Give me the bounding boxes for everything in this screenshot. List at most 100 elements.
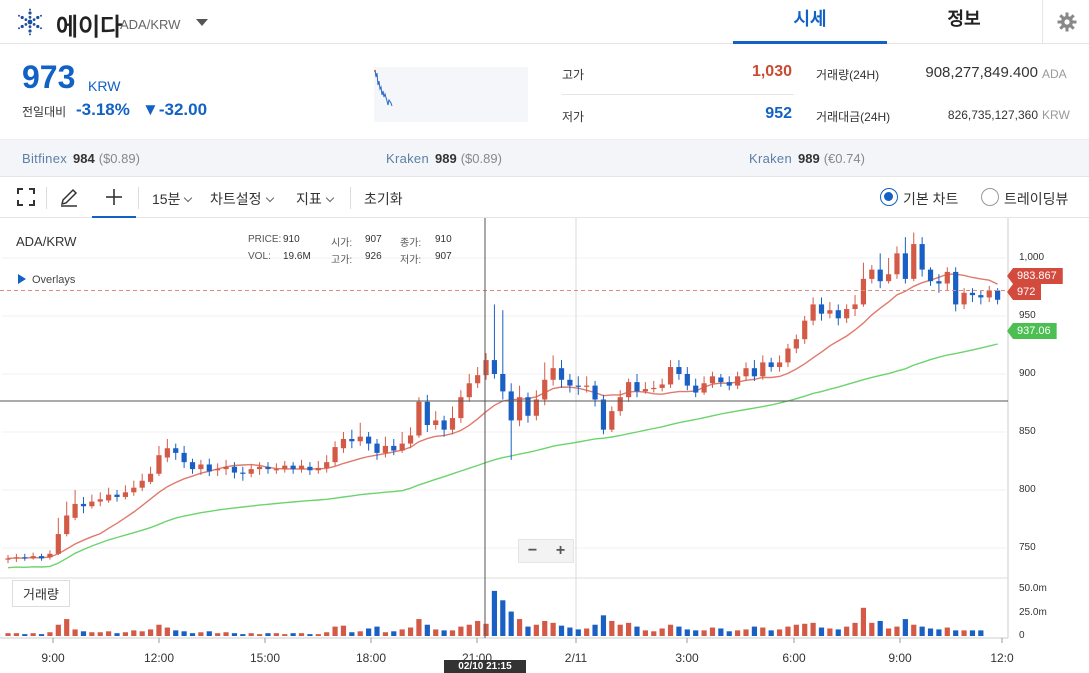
candle-body <box>265 466 271 470</box>
tab-market[interactable]: 시세 <box>733 0 887 44</box>
legend-high-value: 926 <box>365 251 382 262</box>
high-label: 고가 <box>562 68 585 82</box>
volume-bar <box>407 627 414 636</box>
tradingview-label[interactable]: 트레이딩뷰 <box>1004 189 1068 209</box>
volume-bar <box>173 630 179 636</box>
y-tick-label: 850 <box>1019 426 1036 437</box>
candle-body <box>13 557 19 559</box>
candle-body <box>106 494 112 501</box>
x-tick-label: 18:00 <box>355 651 387 665</box>
volume-bar <box>617 624 623 636</box>
volume-bar <box>768 630 774 636</box>
volume-bar <box>433 629 439 636</box>
crosshair-icon[interactable] <box>103 186 125 208</box>
candle-body <box>231 466 238 473</box>
change-label: 전일대비 <box>22 105 67 119</box>
candle-body <box>844 309 850 319</box>
overlays-toggle[interactable]: Overlays <box>18 273 75 286</box>
volume-bar <box>676 626 682 636</box>
volume-bar <box>131 630 137 636</box>
exchange-fx: ($0.89) <box>460 151 502 166</box>
indicators-dropdown[interactable]: 지표 <box>296 189 335 209</box>
candle-body <box>374 443 380 453</box>
volume-bar <box>72 629 78 636</box>
candle-body <box>760 362 766 377</box>
volume-bar <box>106 631 112 636</box>
chart-settings-dropdown[interactable]: 차트설정 <box>210 189 274 209</box>
tab-info[interactable]: 정보 <box>887 0 1041 44</box>
exchange-price: 984 <box>73 151 95 166</box>
volume-bar <box>80 631 87 636</box>
reset-button[interactable]: 초기화 <box>364 189 403 209</box>
candle-body <box>953 271 959 305</box>
toolbar-divider <box>46 187 47 209</box>
legend-open-value: 907 <box>365 234 382 245</box>
coin-dropdown-icon[interactable] <box>196 19 208 26</box>
volume-bar <box>919 626 925 636</box>
candle-body <box>223 466 229 470</box>
zoom-out-button[interactable]: − <box>519 540 546 562</box>
overlays-label: Overlays <box>32 274 76 286</box>
candle-body <box>558 368 565 380</box>
volume-bar <box>256 634 263 636</box>
volume-bar <box>399 629 405 636</box>
volume-bar <box>483 623 489 636</box>
legend-close-value: 910 <box>435 234 452 245</box>
volume-bar <box>659 628 665 636</box>
volume-bar <box>869 622 875 636</box>
volume-bar <box>701 630 707 636</box>
volume-bar <box>424 624 430 636</box>
candle-body <box>709 376 716 384</box>
candle-body <box>584 385 590 387</box>
volume-bar <box>592 624 598 636</box>
candle-body <box>995 290 1001 300</box>
candle-body <box>776 362 783 368</box>
candle-body <box>282 465 288 470</box>
basic-chart-label[interactable]: 기본 차트 <box>903 189 958 209</box>
current-price: 973 <box>22 59 76 95</box>
candle-body <box>97 499 103 502</box>
candle-body <box>533 399 539 416</box>
volume-bar <box>139 631 145 636</box>
volume-bar <box>466 624 472 636</box>
zoom-in-button[interactable]: + <box>547 540 574 562</box>
volume-bar <box>89 632 95 636</box>
candle-body <box>617 397 623 412</box>
candle-body <box>114 494 120 497</box>
volume-bar <box>810 622 816 636</box>
tradingview-radio[interactable] <box>981 188 999 206</box>
volume-bar <box>533 624 539 636</box>
candle-body <box>860 278 867 305</box>
volume-tick-label: 0 <box>1019 630 1025 641</box>
x-tick-label: 12:00 <box>143 651 175 665</box>
basic-chart-radio[interactable] <box>880 188 898 206</box>
fullscreen-icon[interactable] <box>15 186 37 208</box>
volume-bar <box>558 625 565 636</box>
candle-body <box>793 339 799 349</box>
candlestick-chart[interactable] <box>0 218 1089 673</box>
candle-body <box>206 464 212 472</box>
volume-bar <box>458 626 464 636</box>
candle-body <box>315 467 321 471</box>
volume-panel-label[interactable]: 거래량 <box>12 580 70 607</box>
volume-bar <box>223 632 229 636</box>
y-tick-label: 1,000 <box>1019 252 1045 263</box>
price-tag: 983.867 <box>1007 268 1063 284</box>
interval-dropdown[interactable]: 15분 <box>152 189 193 209</box>
candle-body <box>122 492 129 497</box>
volume-bar <box>793 624 799 636</box>
pencil-icon[interactable] <box>58 186 80 208</box>
candle-body <box>852 304 858 310</box>
volume-bar <box>978 630 984 636</box>
candle-body <box>600 399 607 430</box>
play-triangle-icon <box>18 274 26 284</box>
low-value: 952 <box>765 105 792 122</box>
toolbar-divider <box>138 187 139 209</box>
volume-bar <box>290 633 296 636</box>
y-tick-label: 950 <box>1019 310 1036 321</box>
candle-body <box>391 445 397 451</box>
candle-body <box>701 383 707 393</box>
price-chart-area[interactable]: ADA/KRW PRICE: 910 시가: 907 종가: 910 VOL: … <box>0 218 1089 673</box>
settings-button[interactable] <box>1042 0 1089 44</box>
volume-bar <box>273 633 279 636</box>
